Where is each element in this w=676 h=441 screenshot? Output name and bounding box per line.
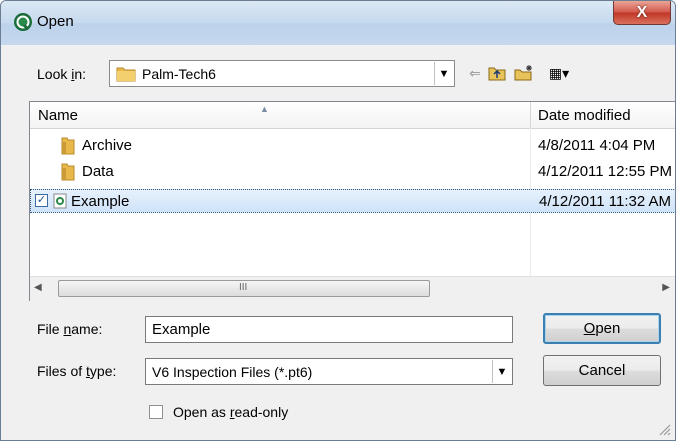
pt6-file-icon	[53, 193, 67, 209]
folder-icon	[61, 137, 75, 155]
resize-grip-icon[interactable]	[657, 422, 671, 436]
list-item[interactable]: Data 4/12/2011 12:55 PM	[30, 160, 675, 184]
folder-icon	[116, 67, 136, 82]
file-date: 4/12/2011 11:32 AM	[539, 193, 672, 210]
column-separator[interactable]	[530, 102, 531, 128]
chevron-down-icon[interactable]: ▼	[434, 62, 453, 85]
file-type-label: Files of type:	[37, 363, 117, 379]
close-button[interactable]: X	[613, 1, 671, 25]
look-in-value: Palm-Tech6	[142, 66, 216, 82]
read-only-label[interactable]: Open as read-only	[173, 404, 288, 420]
column-date-modified[interactable]: Date modified	[538, 107, 631, 124]
back-icon[interactable]: ⇐	[465, 63, 485, 83]
row-checkbox[interactable]: ✓	[35, 194, 48, 207]
file-type-value: V6 Inspection Files (*.pt6)	[152, 364, 313, 380]
scroll-right-icon[interactable]: ▶	[662, 282, 670, 293]
list-item[interactable]: Archive 4/8/2011 4:04 PM	[30, 134, 675, 158]
horizontal-scrollbar[interactable]: ◀ III ▶	[30, 276, 675, 301]
cancel-button[interactable]: Cancel	[543, 355, 661, 386]
file-type-select[interactable]: V6 Inspection Files (*.pt6) ▼	[145, 358, 513, 385]
scroll-grip: III	[239, 282, 248, 293]
list-item-selected[interactable]: ✓ Example 4/12/2011 11:32 AM	[30, 189, 675, 213]
file-date: 4/12/2011 12:55 PM	[538, 163, 672, 180]
file-name: Example	[71, 193, 130, 210]
close-icon: X	[636, 3, 648, 21]
look-in-label: Look in:	[37, 66, 87, 82]
scroll-thumb[interactable]: III	[58, 280, 430, 297]
file-list[interactable]: ▲ Name Date modified Archive 4/8/2011 4:…	[29, 101, 675, 301]
file-name: Data	[82, 163, 114, 180]
file-name-input[interactable]: Example	[145, 316, 513, 343]
window-title: Open	[37, 13, 74, 30]
file-name: Archive	[82, 137, 133, 154]
open-button[interactable]: Open	[543, 313, 661, 344]
file-date: 4/8/2011 4:04 PM	[538, 137, 656, 154]
new-folder-icon[interactable]	[513, 63, 535, 83]
read-only-checkbox[interactable]	[149, 405, 163, 419]
file-name-label: File name:	[37, 321, 103, 337]
look-in-combo[interactable]: Palm-Tech6 ▼	[109, 60, 455, 87]
chevron-down-icon[interactable]: ▼	[492, 360, 511, 383]
column-name[interactable]: Name	[38, 107, 78, 124]
open-dialog: Open X Look in: Palm-Tech6 ▼ ⇐ ▦▾ ▲ Name…	[0, 0, 676, 441]
title-bar[interactable]: Open X	[1, 1, 675, 45]
app-icon	[14, 13, 32, 31]
list-header: ▲ Name Date modified	[30, 102, 675, 129]
views-menu-icon[interactable]: ▦▾	[541, 63, 577, 83]
up-folder-icon[interactable]	[487, 63, 507, 83]
sort-ascending-icon: ▲	[260, 104, 269, 114]
scroll-left-icon[interactable]: ◀	[34, 282, 42, 293]
folder-icon	[61, 163, 75, 181]
